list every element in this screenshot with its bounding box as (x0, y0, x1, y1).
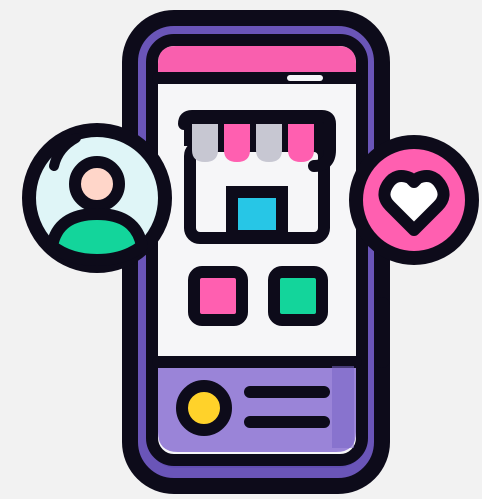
avatar-body (46, 208, 148, 266)
avatar-head (69, 156, 125, 212)
phone (122, 10, 390, 494)
awning-stripe-pink-2 (288, 124, 314, 162)
user-profile-icon (22, 123, 172, 273)
app-tile-pink (188, 266, 248, 326)
awning-stripe-gray-1 (192, 124, 218, 162)
bottom-panel-shadow (332, 366, 354, 448)
store-door (226, 186, 288, 242)
mobile-shop-illustration (0, 0, 482, 499)
illustration-svg (22, 10, 479, 494)
app-tile-green (268, 266, 328, 326)
awning-stripe-gray-2 (256, 124, 282, 162)
storefront-icon (178, 110, 336, 244)
heart-icon (349, 135, 479, 265)
awning-stripe-pink-1 (224, 124, 250, 162)
bottom-dot (176, 380, 232, 436)
